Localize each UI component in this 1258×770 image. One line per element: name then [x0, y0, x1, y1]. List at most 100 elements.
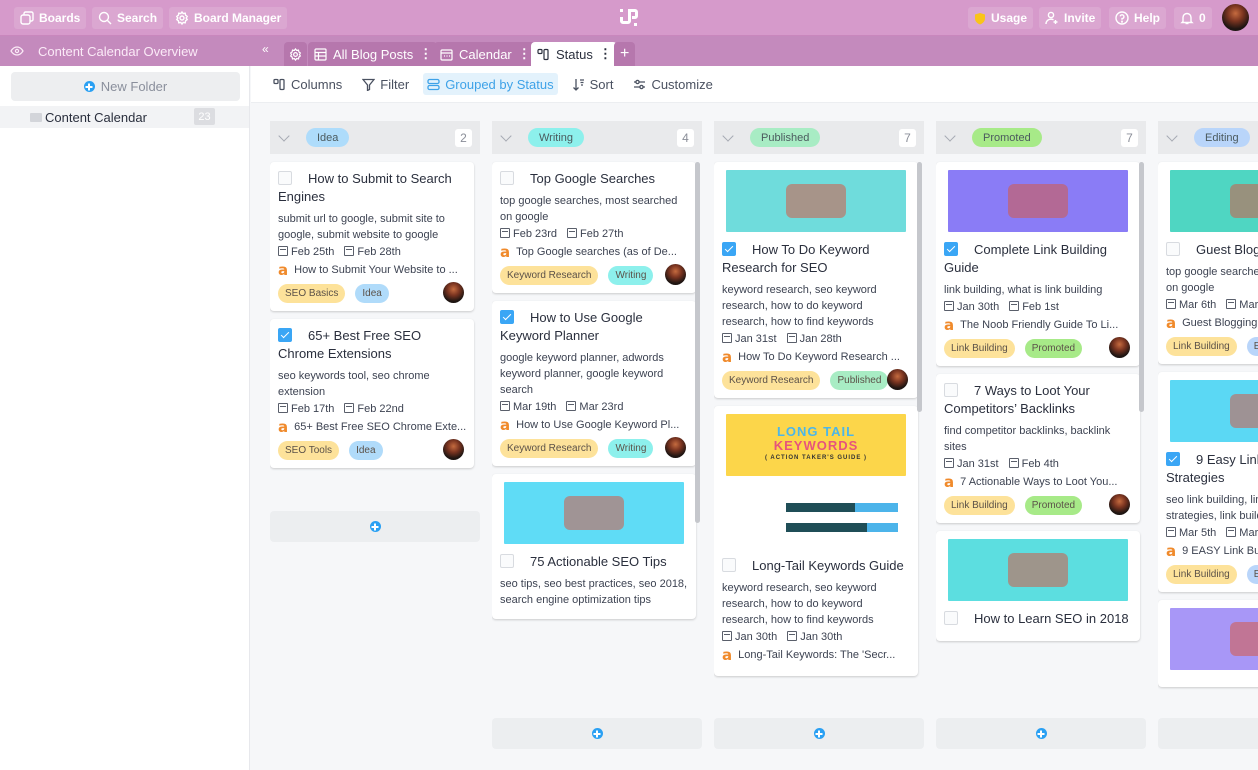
column-card-list[interactable]: Top Google Searches top google searches, …: [492, 154, 702, 751]
column-card-list[interactable]: How To Do Keyword Research for SEO keywor…: [714, 154, 924, 751]
scrollbar[interactable]: [917, 162, 922, 412]
card[interactable]: LONG TAIL KEYWORDS ( ACTION TAKER'S GUIDE …: [714, 406, 918, 676]
scrollbar[interactable]: [695, 162, 700, 523]
add-card-button[interactable]: [936, 718, 1146, 749]
calendar-icon: [786, 333, 797, 343]
assignee-avatar[interactable]: [443, 439, 464, 460]
collapse-sidebar-button[interactable]: «: [262, 42, 269, 56]
notifications-button[interactable]: 0: [1174, 7, 1212, 29]
checkbox[interactable]: [944, 242, 958, 256]
column-card-list[interactable]: How to Submit to Search Engines submit ur…: [270, 154, 480, 536]
invite-button[interactable]: Invite: [1039, 7, 1102, 29]
sidebar-item-content-calendar[interactable]: Content Calendar 23: [0, 106, 249, 128]
card[interactable]: Top Google Searches top google searches, …: [492, 162, 696, 293]
tab-all-blog-posts[interactable]: All Blog Posts ⋮: [308, 42, 438, 66]
add-tab-button[interactable]: +: [614, 42, 636, 66]
assignee-avatar[interactable]: [1109, 337, 1130, 358]
chevron-down-icon[interactable]: [1166, 129, 1178, 142]
checkbox[interactable]: [722, 558, 736, 572]
columns-button[interactable]: Columns: [269, 73, 346, 95]
card-link[interactable]: a How to Use Google Keyword Pl...: [500, 419, 688, 431]
help-button[interactable]: Help: [1109, 7, 1167, 29]
card-link[interactable]: a Top Google searches (as of De...: [500, 246, 688, 258]
tab-status[interactable]: Status ⋮: [531, 42, 617, 66]
chevron-down-icon[interactable]: [500, 129, 512, 142]
checkbox[interactable]: [722, 242, 736, 256]
tab-calendar[interactable]: Calendar ⋮: [434, 42, 536, 66]
assignee-avatar[interactable]: [443, 282, 464, 303]
assignee-avatar[interactable]: [1109, 494, 1130, 515]
card-link[interactable]: a 65+ Best Free SEO Chrome Exte...: [278, 421, 466, 433]
card-link[interactable]: a Guest Blogging ...: [1166, 317, 1258, 329]
tab-menu-icon[interactable]: ⋮: [419, 46, 432, 62]
ahrefs-icon: a: [278, 264, 289, 276]
column-card-list[interactable]: Complete Link Building Guide link buildin…: [936, 154, 1146, 751]
cover-chart-image: [726, 481, 906, 543]
filter-button[interactable]: Filter: [358, 73, 413, 95]
user-avatar[interactable]: [1222, 4, 1249, 31]
checkbox[interactable]: [500, 310, 514, 324]
card-link[interactable]: a Long-Tail Keywords: The 'Secr...: [722, 649, 910, 661]
add-card-button[interactable]: [270, 511, 480, 542]
card-link[interactable]: a How to Submit Your Website to ...: [278, 264, 466, 276]
illustration-shape: [1008, 184, 1068, 218]
card[interactable]: Complete Link Building Guide link buildin…: [936, 162, 1140, 366]
tab-menu-icon[interactable]: ⋮: [518, 46, 531, 62]
card[interactable]: Guest Blogging Links top google searches,…: [1158, 162, 1258, 364]
card[interactable]: How to Submit to Search Engines submit ur…: [270, 162, 474, 311]
chevron-down-icon[interactable]: [278, 129, 290, 142]
checkbox[interactable]: [278, 328, 292, 342]
card[interactable]: How to Use Google Keyword Planner google …: [492, 301, 696, 466]
add-card-button[interactable]: [1158, 718, 1258, 749]
date-field: Jan 30th: [722, 631, 777, 643]
add-card-button[interactable]: [714, 718, 924, 749]
column-card-list[interactable]: Guest Blogging Links top google searches,…: [1158, 154, 1258, 751]
grouped-by-status-button[interactable]: Grouped by Status: [423, 73, 558, 95]
calendar-icon: [1226, 527, 1237, 537]
checkbox[interactable]: [1166, 242, 1180, 256]
card[interactable]: How to Learn SEO in 2018: [936, 531, 1140, 641]
calendar-icon: [566, 401, 577, 411]
checkbox[interactable]: [944, 383, 958, 397]
scrollbar[interactable]: [1139, 162, 1144, 412]
card-link[interactable]: a 7 Actionable Ways to Loot You...: [944, 476, 1132, 488]
checkbox[interactable]: [278, 171, 292, 185]
checkbox[interactable]: [500, 171, 514, 185]
card[interactable]: How To Do Keyword Research for SEO keywor…: [714, 162, 918, 398]
usage-button[interactable]: Usage: [968, 7, 1034, 29]
card[interactable]: 7 Ways to Loot Your Competitors’ Backlin…: [936, 374, 1140, 523]
card[interactable]: 65+ Best Free SEO Chrome Extensions seo k…: [270, 319, 474, 468]
card-link[interactable]: a 9 EASY Link Bu...: [1166, 545, 1258, 557]
assignee-avatar[interactable]: [887, 369, 908, 390]
card-link[interactable]: a The Noob Friendly Guide To Li...: [944, 319, 1132, 331]
plus-circle-icon: [591, 728, 603, 739]
card-cover-image: [1170, 380, 1258, 442]
eye-icon[interactable]: [10, 46, 24, 56]
date-field: Feb 27th: [567, 228, 623, 240]
new-folder-button[interactable]: New Folder: [11, 72, 240, 101]
tab-menu-icon[interactable]: ⋮: [599, 46, 612, 62]
checkbox[interactable]: [1166, 452, 1180, 466]
view-settings-button[interactable]: [284, 42, 307, 66]
date-field: Jan 30th: [944, 301, 999, 313]
card-link[interactable]: a How To Do Keyword Research ...: [722, 351, 910, 363]
assignee-avatar[interactable]: [665, 264, 686, 285]
shield-icon: [975, 12, 985, 24]
card[interactable]: [1158, 600, 1258, 687]
card[interactable]: 9 Easy Link Building Strategies seo link …: [1158, 372, 1258, 592]
checkbox[interactable]: [944, 611, 958, 625]
add-card-button[interactable]: [492, 718, 702, 749]
search-button[interactable]: Search: [92, 7, 164, 29]
customize-button[interactable]: Customize: [629, 73, 716, 95]
board-manager-button[interactable]: Board Manager: [169, 7, 288, 29]
tag: Editing: [1246, 336, 1258, 356]
checkbox[interactable]: [500, 554, 514, 568]
boards-button[interactable]: Boards: [14, 7, 87, 29]
sort-button[interactable]: Sort: [568, 73, 618, 95]
calendar-icon: [944, 458, 954, 468]
chevron-down-icon[interactable]: [722, 129, 734, 142]
calendar-icon: [440, 48, 453, 61]
chevron-down-icon[interactable]: [944, 129, 956, 142]
card[interactable]: 75 Actionable SEO Tips seo tips, seo best…: [492, 474, 696, 619]
assignee-avatar[interactable]: [665, 437, 686, 458]
